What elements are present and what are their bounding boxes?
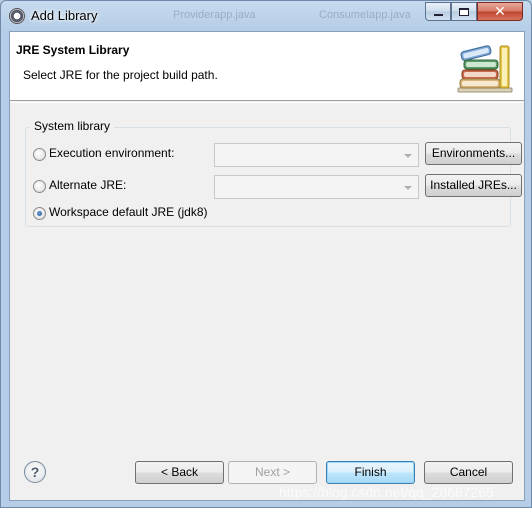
watermark: https://blog.csdn.net/qq_28687265 <box>279 484 494 500</box>
background-tab: Providerapp.java <box>173 9 256 21</box>
workspace-default-radio[interactable] <box>33 207 46 220</box>
dialog-client-area: JRE System Library Select JRE for the pr… <box>9 31 525 501</box>
maximize-button[interactable] <box>451 2 477 21</box>
maximize-icon <box>459 7 469 16</box>
minimize-icon <box>433 13 443 16</box>
minimize-button[interactable] <box>425 2 451 21</box>
environments-button[interactable]: Environments... <box>425 142 522 165</box>
window-title: Add Library <box>31 8 98 23</box>
close-icon: ✕ <box>494 3 506 19</box>
execution-environment-combo[interactable] <box>214 143 419 167</box>
execution-environment-label[interactable]: Execution environment: <box>49 146 174 160</box>
workspace-default-row: Workspace default JRE (jdk8) <box>31 202 331 224</box>
header-separator <box>10 102 524 103</box>
cancel-button[interactable]: Cancel <box>424 461 513 484</box>
next-button[interactable]: Next > <box>228 461 317 484</box>
installed-jres-button[interactable]: Installed JREs... <box>425 174 522 197</box>
finish-button[interactable]: Finish <box>326 461 415 484</box>
alternate-jre-combo[interactable] <box>214 175 419 199</box>
workspace-default-label[interactable]: Workspace default JRE (jdk8) <box>49 205 208 219</box>
group-label: System library <box>30 119 115 133</box>
add-library-window: Add Library Providerapp.java ConsumeIapp… <box>0 0 532 508</box>
alternate-jre-radio[interactable] <box>33 180 46 193</box>
execution-environment-row: Execution environment: Environments... <box>31 142 522 167</box>
close-button[interactable]: ✕ <box>477 2 523 21</box>
page-title: JRE System Library <box>16 43 130 57</box>
wizard-header: JRE System Library Select JRE for the pr… <box>10 32 524 101</box>
page-description: Select JRE for the project build path. <box>23 68 218 82</box>
background-tab: ConsumeIapp.java <box>319 9 411 21</box>
app-icon <box>9 8 25 24</box>
title-bar[interactable]: Add Library Providerapp.java ConsumeIapp… <box>1 1 531 31</box>
help-icon[interactable]: ? <box>24 461 46 483</box>
chevron-down-icon <box>404 186 412 190</box>
alternate-jre-label[interactable]: Alternate JRE: <box>49 178 126 192</box>
alternate-jre-row: Alternate JRE: Installed JREs... <box>31 174 522 199</box>
execution-environment-radio[interactable] <box>33 148 46 161</box>
back-button[interactable]: < Back <box>135 461 224 484</box>
chevron-down-icon <box>404 154 412 158</box>
books-icon <box>457 45 513 93</box>
